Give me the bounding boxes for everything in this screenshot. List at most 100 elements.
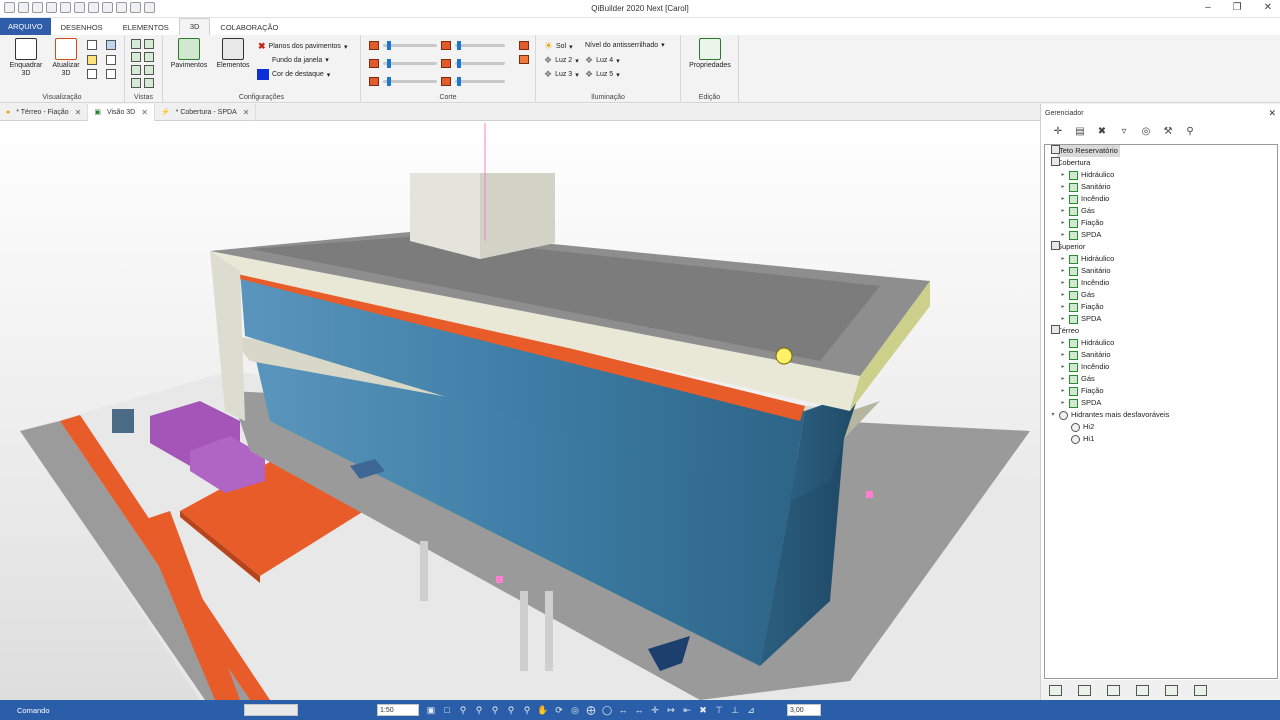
doc-tab-visao-3d[interactable]: ▣ Visão 3D ✕ xyxy=(88,104,155,121)
tree-node-gas[interactable]: ▸ Gás xyxy=(1045,289,1277,301)
chevron-right-icon[interactable]: ▸ xyxy=(1059,349,1067,361)
osnap-icon[interactable]: ◯ xyxy=(601,704,613,716)
chevron-down-icon[interactable]: ▾ xyxy=(1049,409,1057,421)
tree-node-fiacao[interactable]: ▸ Fiação xyxy=(1045,301,1277,313)
cut-y-icon[interactable] xyxy=(369,59,379,68)
slider-knob[interactable] xyxy=(457,41,461,50)
tools-icon[interactable] xyxy=(1194,684,1207,696)
pin-icon[interactable] xyxy=(1165,684,1178,696)
tab-elementos[interactable]: ELEMENTOS xyxy=(113,20,179,35)
light-tool[interactable] xyxy=(87,55,97,65)
tree-node-hidraulico[interactable]: ▸ Hidráulico xyxy=(1045,337,1277,349)
cut-box-icon[interactable] xyxy=(519,41,529,50)
tab-colaboracao[interactable]: COLABORAÇÃO xyxy=(210,20,288,35)
tree-node-teto-reservatorio[interactable]: ▸Teto Reservatório xyxy=(1045,145,1277,157)
luz4-dropdown[interactable]: ❖ Luz 4 ▾ xyxy=(585,55,620,66)
antisserrilhado-dropdown[interactable]: Nível do antisserrilhado ▾ xyxy=(585,41,665,50)
chevron-right-icon[interactable]: ▸ xyxy=(1059,301,1067,313)
zoom-all-icon[interactable]: ⚲ xyxy=(521,704,533,716)
manager-tree[interactable]: ▸Teto Reservatório ▾Cobertura ▸Hidráulic… xyxy=(1044,144,1278,679)
tree-node-hi1[interactable]: Hi1 xyxy=(1045,433,1277,445)
target-icon[interactable]: ◎ xyxy=(1139,126,1153,138)
chevron-right-icon[interactable]: ▸ xyxy=(1059,181,1067,193)
tree-node-hidrantes[interactable]: ▾ Hidrantes mais desfavoráveis xyxy=(1045,409,1277,421)
chevron-right-icon[interactable]: ▸ xyxy=(1059,193,1067,205)
tree-node-hidraulico[interactable]: ▸ Hidráulico xyxy=(1045,253,1277,265)
chevron-right-icon[interactable]: ▸ xyxy=(1059,289,1067,301)
monitor-tool[interactable] xyxy=(87,69,97,79)
tree-node-incendio[interactable]: ▸ Incêndio xyxy=(1045,361,1277,373)
zoom-next-icon[interactable]: ⚲ xyxy=(505,704,517,716)
cut-z-max-slider[interactable] xyxy=(455,77,505,86)
close-icon[interactable]: ✕ xyxy=(1264,2,1272,13)
dynamic-icon[interactable]: ⇤ xyxy=(681,704,693,716)
properties-icon[interactable]: ▤ xyxy=(1073,126,1087,138)
tree-node-incendio[interactable]: ▸ Incêndio xyxy=(1045,193,1277,205)
cut-x-icon[interactable] xyxy=(369,41,379,50)
chevron-right-icon[interactable]: ▸ xyxy=(1059,277,1067,289)
slider-knob[interactable] xyxy=(387,77,391,86)
tree-node-terreo[interactable]: ▾Térreo xyxy=(1045,325,1277,337)
restore-icon[interactable]: ❐ xyxy=(1233,2,1242,13)
zoom-out-icon[interactable]: ⚲ xyxy=(473,704,485,716)
ruler-icon[interactable]: ⊿ xyxy=(745,704,757,716)
cut-y-max-slider[interactable] xyxy=(455,59,505,68)
tools-icon[interactable]: ⚒ xyxy=(1161,126,1175,138)
cut-y-min-slider[interactable] xyxy=(383,59,437,68)
tab-3d[interactable]: 3D xyxy=(178,18,211,35)
chevron-right-icon[interactable]: ▸ xyxy=(1059,373,1067,385)
zoom-value[interactable]: 3,00 xyxy=(787,704,821,716)
zoom-window-icon[interactable]: ▣ xyxy=(425,704,437,716)
chevron-right-icon[interactable]: ▸ xyxy=(1059,397,1067,409)
elementos-button[interactable]: Elementos xyxy=(213,38,253,70)
zoom-extents-icon[interactable]: □ xyxy=(441,704,453,716)
command-input[interactable] xyxy=(244,704,298,716)
luz5-dropdown[interactable]: ❖ Luz 5 ▾ xyxy=(585,69,620,80)
viewport-3d[interactable] xyxy=(0,121,1040,700)
cut-x-min-slider[interactable] xyxy=(383,41,437,50)
tree-node-spda[interactable]: ▸ SPDA xyxy=(1045,229,1277,241)
chevron-right-icon[interactable]: ▸ xyxy=(1059,253,1067,265)
pan-icon[interactable]: ✋ xyxy=(537,704,549,716)
chevron-right-icon[interactable]: ▸ xyxy=(1059,361,1067,373)
close-icon[interactable]: ✕ xyxy=(141,104,148,121)
atualizar-3d-button[interactable]: Atualizar 3D xyxy=(48,38,84,78)
slider-knob[interactable] xyxy=(387,41,391,50)
tree-node-hi2[interactable]: Hi2 xyxy=(1045,421,1277,433)
tree-node-cobertura[interactable]: ▾Cobertura xyxy=(1045,157,1277,169)
tab-desenhos[interactable]: DESENHOS xyxy=(51,20,113,35)
close-icon[interactable]: ✕ xyxy=(243,104,250,121)
chevron-right-icon[interactable]: ▸ xyxy=(1059,337,1067,349)
close-icon[interactable]: ✕ xyxy=(75,104,82,121)
cut-y2-icon[interactable] xyxy=(441,59,451,68)
search-icon[interactable]: ⚲ xyxy=(1183,126,1197,138)
grid-icon[interactable] xyxy=(1107,684,1120,696)
fundo-janela-dropdown[interactable]: Fundo da janela ▾ xyxy=(272,56,329,65)
chevron-right-icon[interactable]: ▸ xyxy=(1059,385,1067,397)
cut-x-max-slider[interactable] xyxy=(455,41,505,50)
tree-node-hidraulico[interactable]: ▸ Hidráulico xyxy=(1045,169,1277,181)
tree-node-gas[interactable]: ▸ Gás xyxy=(1045,205,1277,217)
enquadrar-3d-button[interactable]: Enquadrar 3D xyxy=(8,38,44,78)
orbit-tool[interactable] xyxy=(87,40,97,50)
pavimentos-button[interactable]: Pavimentos xyxy=(167,38,211,70)
ortho-icon[interactable]: ↔ xyxy=(617,704,629,716)
level-icon[interactable]: ⊤ xyxy=(713,704,725,716)
sheet-icon[interactable] xyxy=(1049,684,1062,696)
view-side[interactable] xyxy=(131,52,154,62)
building-model-render[interactable] xyxy=(0,121,1040,700)
slider-knob[interactable] xyxy=(457,77,461,86)
table-icon[interactable] xyxy=(1078,684,1091,696)
chevron-right-icon[interactable]: ▸ xyxy=(1059,217,1067,229)
delete-icon[interactable]: ✖ xyxy=(1095,126,1109,138)
chevron-right-icon[interactable]: ▸ xyxy=(1059,229,1067,241)
zoom-in-icon[interactable]: ⚲ xyxy=(457,704,469,716)
height-icon[interactable]: ⊥ xyxy=(729,704,741,716)
chevron-right-icon[interactable]: ▸ xyxy=(1059,205,1067,217)
orbit-icon[interactable]: ⟳ xyxy=(553,704,565,716)
cut-x2-icon[interactable] xyxy=(441,41,451,50)
tree-node-spda[interactable]: ▸ SPDA xyxy=(1045,397,1277,409)
view-bottom[interactable] xyxy=(131,78,154,88)
cut-z2-icon[interactable] xyxy=(441,77,451,86)
cut-solid-icon[interactable] xyxy=(519,55,529,64)
